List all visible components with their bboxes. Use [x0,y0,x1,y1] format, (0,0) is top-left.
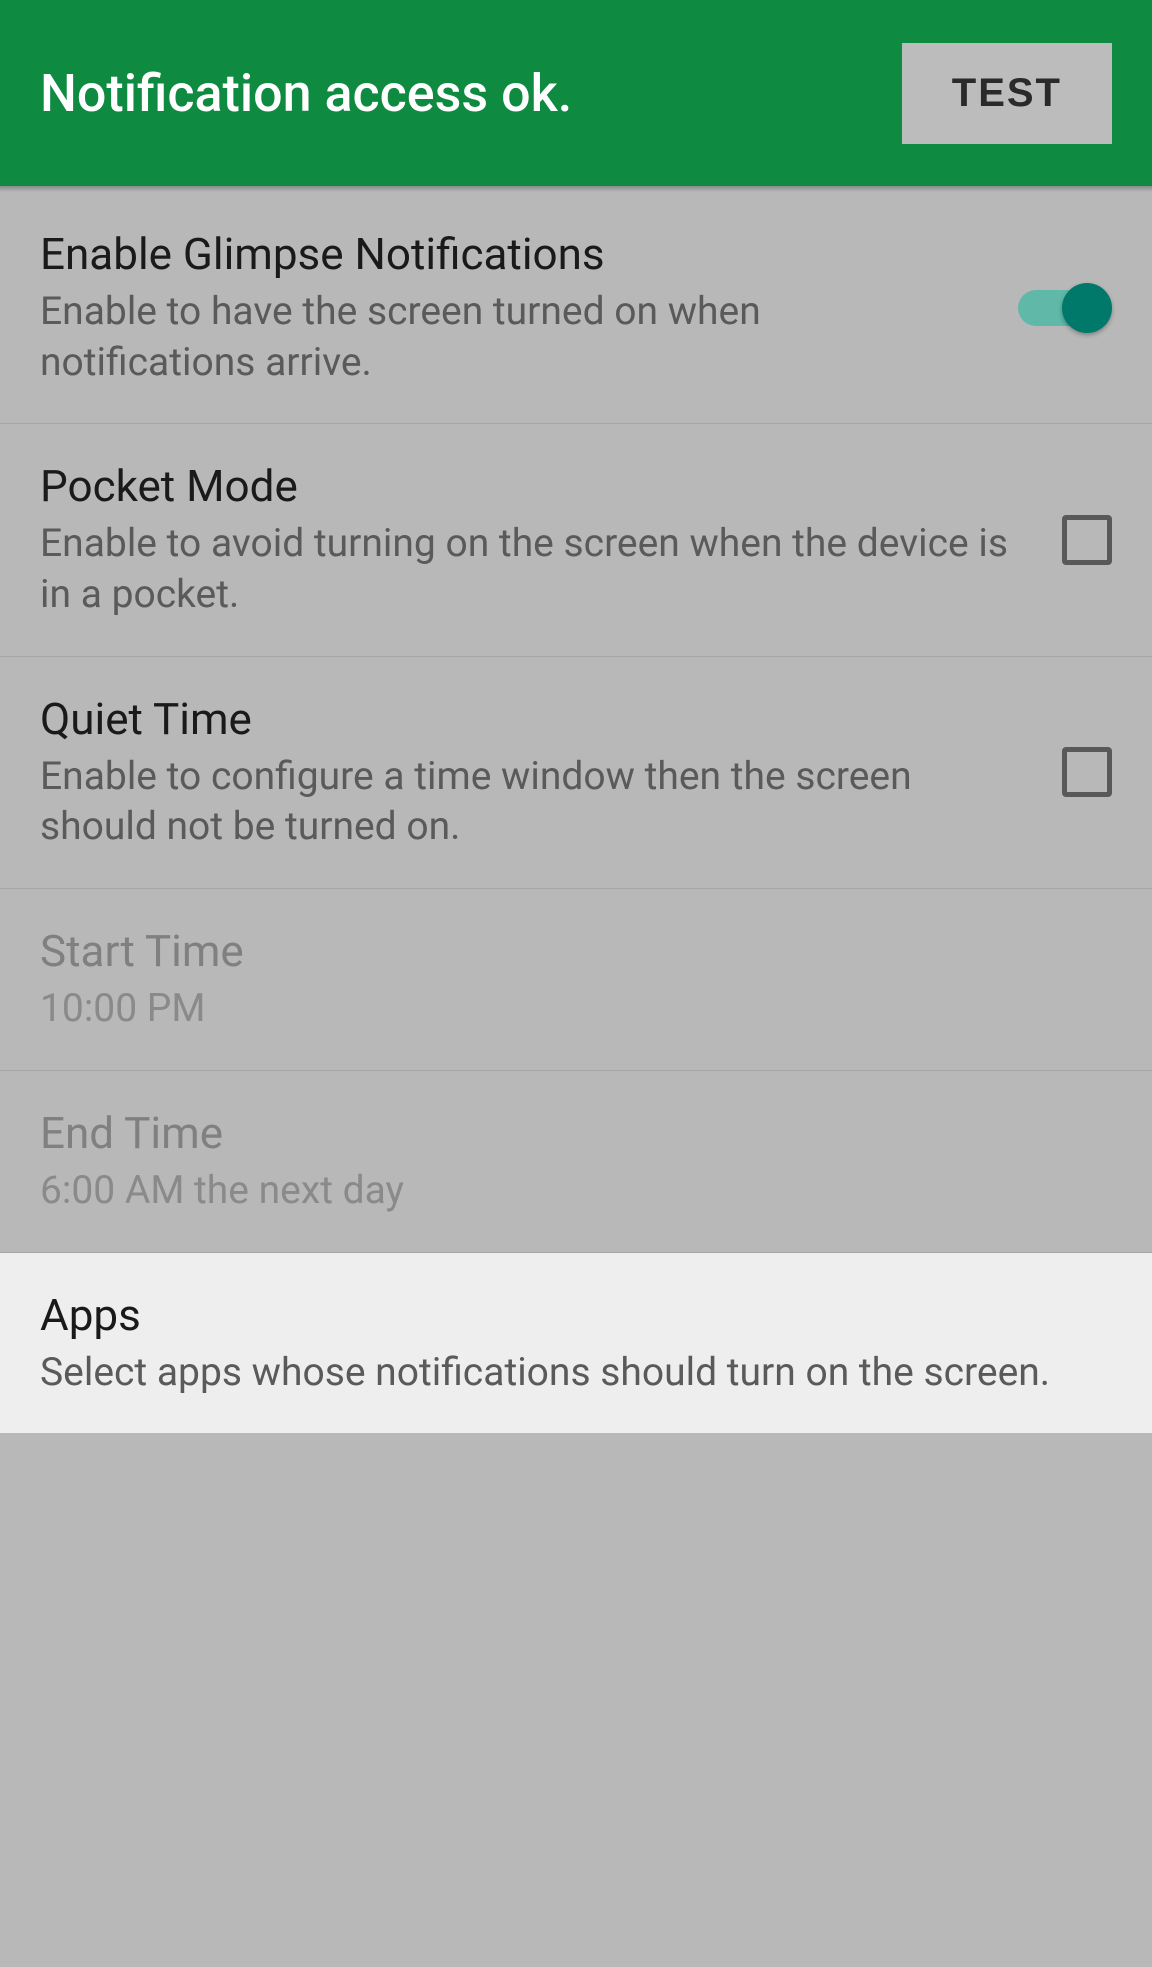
checkbox[interactable] [1062,747,1112,797]
setting-title: Enable Glimpse Notifications [40,228,978,280]
setting-quiet-time[interactable]: Quiet Time Enable to configure a time wi… [0,657,1152,889]
toggle-switch[interactable] [1018,283,1112,333]
setting-text: Start Time 10:00 PM [40,925,1112,1034]
setting-apps[interactable]: Apps Select apps whose notifications sho… [0,1253,1152,1434]
setting-desc: Enable to configure a time window then t… [40,751,1022,852]
setting-title: Quiet Time [40,693,1022,745]
setting-desc: Enable to have the screen turned on when… [40,286,978,387]
control-area [1062,515,1112,565]
settings-list: Enable Glimpse Notifications Enable to h… [0,192,1152,1433]
setting-desc: 10:00 PM [40,983,1072,1034]
toggle-thumb [1062,283,1112,333]
test-button[interactable]: TEST [902,43,1112,144]
setting-start-time: Start Time 10:00 PM [0,889,1152,1071]
bottom-spacer [0,1433,1152,1653]
setting-desc: 6:00 AM the next day [40,1165,1072,1216]
setting-desc: Select apps whose notifications should t… [40,1347,1072,1398]
setting-end-time: End Time 6:00 AM the next day [0,1071,1152,1253]
setting-enable-glimpse[interactable]: Enable Glimpse Notifications Enable to h… [0,192,1152,424]
control-area [1018,283,1112,333]
setting-text: Pocket Mode Enable to avoid turning on t… [40,460,1062,619]
app-header: Notification access ok. TEST [0,0,1152,186]
setting-text: Apps Select apps whose notifications sho… [40,1289,1112,1398]
setting-desc: Enable to avoid turning on the screen wh… [40,518,1022,619]
setting-title: Pocket Mode [40,460,1022,512]
setting-title: Start Time [40,925,1072,977]
control-area [1062,747,1112,797]
checkbox[interactable] [1062,515,1112,565]
setting-text: Enable Glimpse Notifications Enable to h… [40,228,1018,387]
setting-text: End Time 6:00 AM the next day [40,1107,1112,1216]
setting-pocket-mode[interactable]: Pocket Mode Enable to avoid turning on t… [0,424,1152,656]
setting-text: Quiet Time Enable to configure a time wi… [40,693,1062,852]
setting-title: End Time [40,1107,1072,1159]
header-title: Notification access ok. [40,63,572,124]
setting-title: Apps [40,1289,1072,1341]
